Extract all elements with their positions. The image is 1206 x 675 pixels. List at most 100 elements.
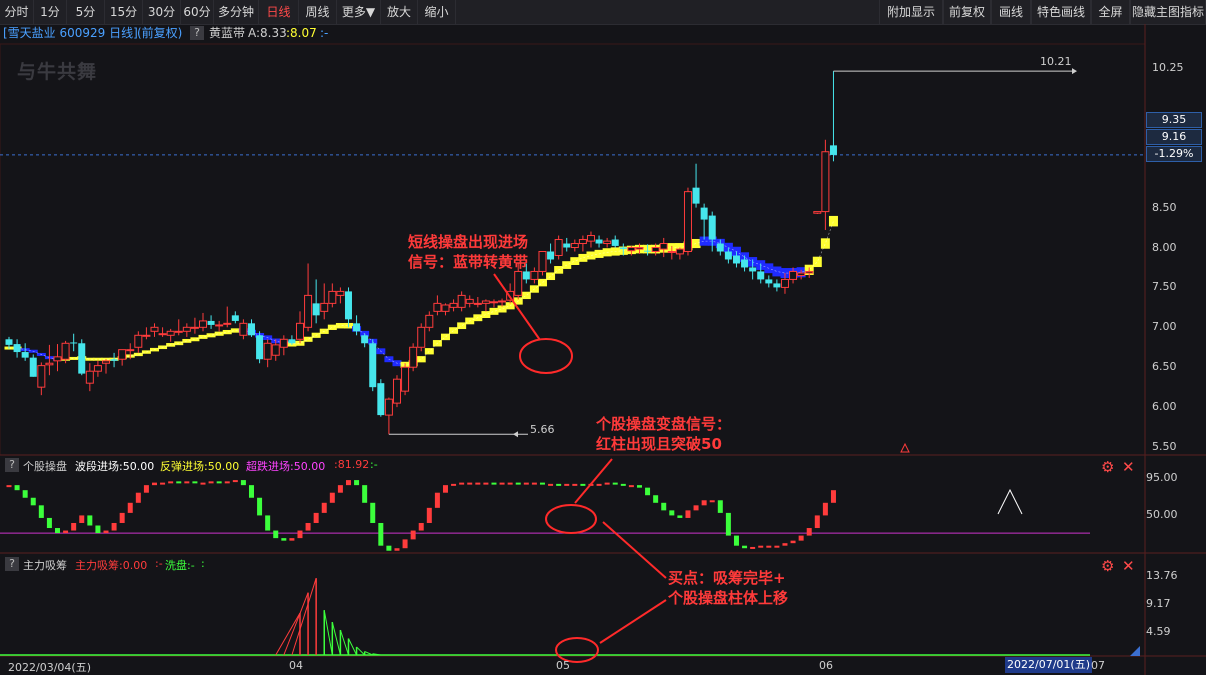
candle-body-6 bbox=[53, 356, 62, 362]
date-start: 2022/03/04(五) bbox=[8, 661, 91, 674]
osc-bar-20 bbox=[168, 481, 174, 484]
band-segment-22 bbox=[182, 338, 192, 343]
band-segment-55 bbox=[449, 327, 459, 334]
panel2-value: :81.92 bbox=[334, 458, 370, 471]
candle-body-5 bbox=[45, 362, 54, 366]
osc-bar-1 bbox=[14, 485, 20, 491]
osc-bar-56 bbox=[459, 482, 465, 485]
candle-body-72 bbox=[586, 235, 595, 242]
panel3-label2: :- bbox=[155, 557, 163, 570]
osc-bar-18 bbox=[151, 482, 157, 486]
candle-body-48 bbox=[392, 378, 401, 404]
candle-body-15 bbox=[126, 349, 135, 352]
osc-bar-91 bbox=[742, 545, 748, 549]
osc-bar-8 bbox=[71, 522, 77, 531]
tag-high: 9.35 bbox=[1146, 112, 1202, 128]
osc-bar-100 bbox=[814, 515, 820, 529]
osc-bar-65 bbox=[531, 482, 537, 485]
date-end: 2022/07/01(五) bbox=[1005, 657, 1092, 673]
osc-bar-60 bbox=[491, 482, 497, 485]
band-segment-24 bbox=[198, 334, 208, 339]
date-m3: 06 bbox=[819, 659, 833, 672]
osc-bar-55 bbox=[451, 483, 457, 486]
min-price-label: 5.66 bbox=[530, 423, 555, 436]
candle-body-90 bbox=[732, 255, 740, 264]
candle-body-18 bbox=[150, 326, 159, 332]
band-segment-27 bbox=[222, 329, 232, 335]
panel3-settings-icon[interactable]: ⚙ bbox=[1101, 558, 1114, 574]
osc-bar-93 bbox=[758, 545, 764, 548]
osc-bar-67 bbox=[548, 483, 554, 486]
candle-body-9 bbox=[78, 343, 86, 374]
chart-canvas[interactable] bbox=[0, 0, 1206, 675]
osc-bar-89 bbox=[725, 512, 731, 536]
osc-bar-13 bbox=[111, 522, 117, 531]
candle-body-94 bbox=[765, 279, 773, 284]
band-segment-40 bbox=[327, 324, 337, 330]
osc-bar-58 bbox=[475, 482, 481, 485]
candle-body-81 bbox=[659, 243, 668, 250]
candle-body-52 bbox=[425, 314, 434, 328]
osc-bar-10 bbox=[87, 515, 93, 526]
max-price-label: 10.21 bbox=[1040, 55, 1072, 68]
candle-body-2 bbox=[21, 352, 29, 358]
candle-body-73 bbox=[595, 239, 603, 244]
panel2-settings-icon[interactable]: ⚙ bbox=[1101, 459, 1114, 475]
candle-body-43 bbox=[353, 323, 361, 332]
candle-body-67 bbox=[547, 251, 555, 260]
candle-body-32 bbox=[263, 342, 272, 360]
band-segment-67 bbox=[546, 272, 556, 281]
acc-red-ramp-1 bbox=[283, 592, 309, 656]
price-axis-label-3: 7.50 bbox=[1152, 280, 1177, 294]
price-axis-label-6: 6.00 bbox=[1152, 400, 1177, 414]
osc-bar-26 bbox=[216, 481, 222, 484]
panel2-label3: 超跌进场:50.00 bbox=[246, 460, 326, 473]
candle-body-95 bbox=[773, 283, 781, 288]
osc-bar-87 bbox=[709, 500, 715, 503]
panel2-label1: 波段进场:50.00 bbox=[75, 460, 155, 473]
osc-bar-33 bbox=[273, 530, 279, 539]
osc-bar-68 bbox=[556, 483, 562, 486]
osc-bar-36 bbox=[297, 530, 303, 539]
osc-bar-99 bbox=[806, 528, 812, 536]
annotation-1-line2: 信号：蓝带转黄带 bbox=[408, 253, 529, 271]
candle-body-13 bbox=[110, 359, 118, 361]
candle-body-0 bbox=[5, 339, 13, 345]
candle-body-60 bbox=[489, 301, 498, 304]
osc-bar-95 bbox=[774, 545, 780, 548]
osc-bar-34 bbox=[281, 538, 287, 541]
arrow-line-2a bbox=[574, 458, 613, 504]
panel3-axis-1: 13.76 bbox=[1146, 569, 1178, 582]
osc-bar-57 bbox=[467, 482, 473, 485]
candle-body-45 bbox=[369, 343, 377, 388]
candle-body-64 bbox=[522, 271, 530, 280]
candle-body-3 bbox=[29, 357, 37, 377]
date-m1: 04 bbox=[289, 659, 303, 672]
candle-body-47 bbox=[384, 398, 393, 416]
panel3-axis-2: 9.17 bbox=[1146, 597, 1171, 610]
annotation-3-line2: 个股操盘柱体上移 bbox=[668, 589, 789, 607]
osc-bar-52 bbox=[426, 507, 432, 523]
osc-bar-37 bbox=[305, 522, 311, 531]
candle-body-82 bbox=[667, 251, 676, 253]
candle-body-7 bbox=[61, 342, 70, 360]
osc-bar-46 bbox=[378, 522, 384, 546]
candle-body-79 bbox=[644, 250, 652, 252]
osc-bar-6 bbox=[54, 528, 60, 534]
panel3-help-icon[interactable]: ? bbox=[5, 557, 19, 571]
arrow-line-2b bbox=[602, 521, 667, 579]
candle-body-57 bbox=[465, 298, 474, 304]
osc-bar-42 bbox=[345, 480, 351, 486]
candle-body-53 bbox=[433, 302, 442, 312]
panel2-close-icon[interactable]: ✕ bbox=[1122, 459, 1135, 475]
osc-bar-73 bbox=[596, 483, 602, 486]
osc-bar-53 bbox=[434, 492, 440, 508]
candle-body-59 bbox=[481, 300, 490, 304]
panel2-help-icon[interactable]: ? bbox=[5, 458, 19, 472]
acc-green-ramp-2 bbox=[339, 629, 349, 656]
band-segment-101 bbox=[820, 238, 830, 249]
osc-bar-51 bbox=[418, 522, 424, 531]
osc-bar-40 bbox=[329, 492, 335, 503]
candle-body-96 bbox=[780, 278, 789, 288]
panel3-close-icon[interactable]: ✕ bbox=[1122, 558, 1135, 574]
